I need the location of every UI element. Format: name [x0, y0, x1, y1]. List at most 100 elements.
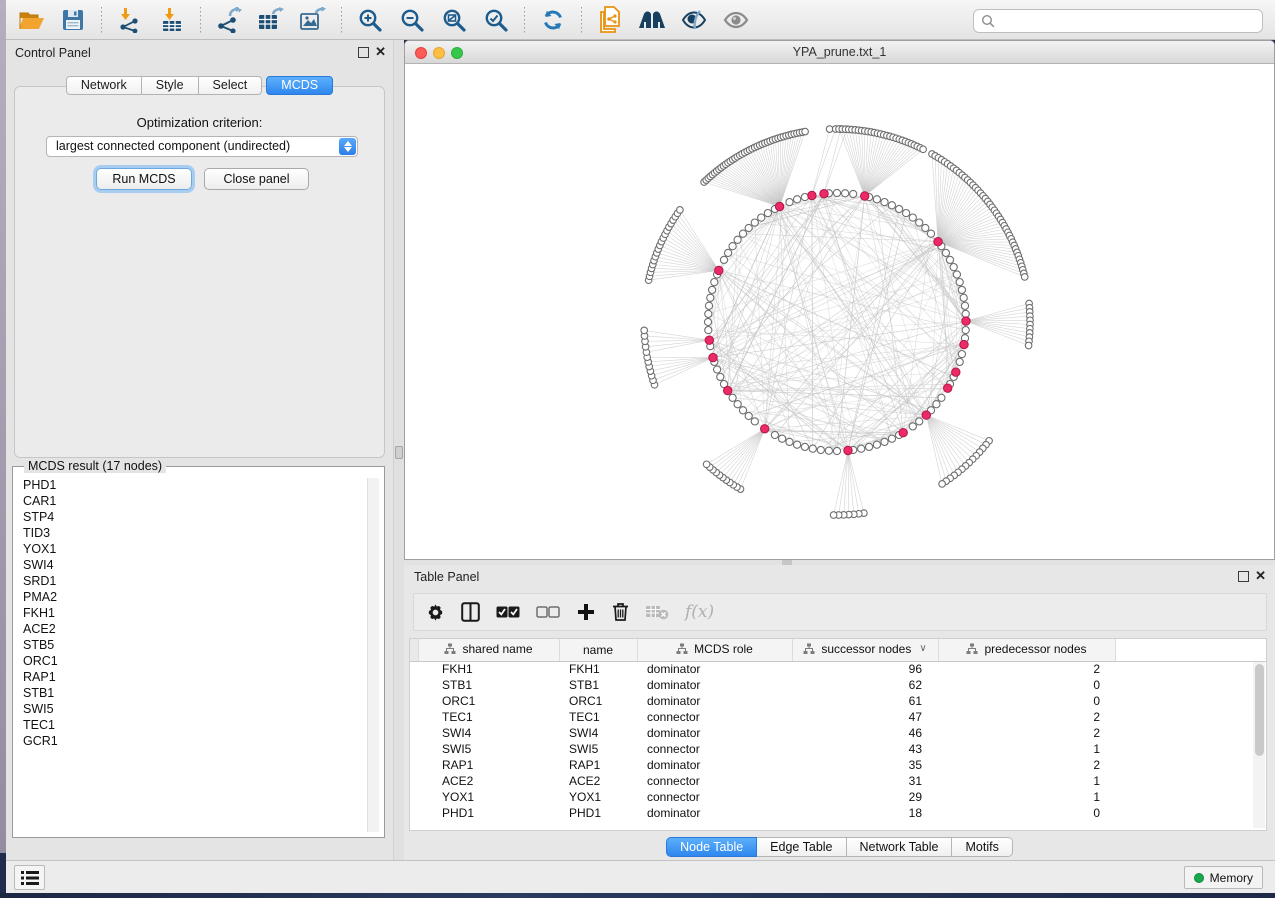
add-row-icon[interactable] — [576, 599, 596, 625]
optimization-criterion-select[interactable]: largest connected component (undirected) — [46, 136, 358, 157]
float-panel-icon[interactable] — [358, 47, 369, 58]
mcds-result-item[interactable]: SWI5 — [23, 701, 362, 717]
toolbar-separator — [101, 7, 102, 33]
deselect-all-icon[interactable] — [536, 599, 560, 625]
search-input[interactable] — [996, 11, 1262, 31]
network-canvas[interactable] — [405, 64, 1274, 559]
tab-select[interactable]: Select — [199, 76, 263, 95]
split-columns-icon[interactable] — [461, 599, 480, 625]
status-bar: Memory — [6, 860, 1275, 893]
column-header-successor-nodes[interactable]: successor nodes∨ — [792, 639, 938, 661]
hide-selected-icon[interactable] — [679, 6, 709, 34]
mcds-result-item[interactable]: TID3 — [23, 525, 362, 541]
close-panel-button[interactable]: Close panel — [204, 168, 309, 190]
run-mcds-button[interactable]: Run MCDS — [96, 168, 192, 190]
mcds-result-box: MCDS result (17 nodes) PHD1CAR1STP4TID3Y… — [12, 466, 385, 838]
column-header-name[interactable]: name — [559, 639, 637, 661]
zoom-fit-icon[interactable] — [439, 6, 469, 34]
mcds-result-item[interactable]: ORC1 — [23, 653, 362, 669]
search-neighbors-icon[interactable] — [637, 6, 667, 34]
table-row[interactable]: ACE2ACE2connector311 — [410, 773, 1266, 789]
table-toolbar: f(x) — [413, 593, 1267, 631]
table-row[interactable]: YOX1YOX1connector291 — [410, 789, 1266, 805]
column-header-shared-name[interactable]: shared name — [418, 639, 559, 661]
delete-row-icon[interactable] — [612, 599, 629, 625]
mcds-result-item[interactable]: STB1 — [23, 685, 362, 701]
mcds-result-item[interactable]: PHD1 — [23, 477, 362, 493]
mcds-result-item[interactable]: PMA2 — [23, 589, 362, 605]
tab-style[interactable]: Style — [142, 76, 199, 95]
settings-gear-icon[interactable] — [426, 599, 445, 625]
mcds-result-item[interactable]: GCR1 — [23, 733, 362, 749]
import-table-icon[interactable] — [157, 6, 187, 34]
column-filler — [1115, 639, 1266, 661]
mcds-result-item[interactable]: RAP1 — [23, 669, 362, 685]
column-header-predecessor-nodes[interactable]: predecessor nodes — [938, 639, 1115, 661]
mcds-result-item[interactable]: SWI4 — [23, 557, 362, 573]
mcds-result-item[interactable]: STB5 — [23, 637, 362, 653]
export-network-icon[interactable] — [214, 6, 244, 34]
column-header-MCDS-role[interactable]: MCDS role — [637, 639, 792, 661]
tab-motifs[interactable]: Motifs — [952, 837, 1012, 857]
search-field[interactable] — [973, 9, 1263, 33]
mcds-result-item[interactable]: ACE2 — [23, 621, 362, 637]
mcds-result-item[interactable]: SRD1 — [23, 573, 362, 589]
select-stepper-icon — [339, 138, 356, 155]
new-network-from-selection-icon[interactable] — [595, 6, 625, 34]
zoom-selected-icon[interactable] — [481, 6, 511, 34]
node-table-grid[interactable]: shared namenameMCDS rolesuccessor nodes∨… — [410, 639, 1266, 821]
control-panel-title: Control Panel — [15, 46, 91, 60]
list-icon — [21, 871, 39, 885]
table-row[interactable]: RAP1RAP1dominator352 — [410, 757, 1266, 773]
zoom-in-icon[interactable] — [355, 6, 385, 34]
mcds-result-title: MCDS result (17 nodes) — [24, 459, 166, 473]
close-panel-icon[interactable]: ✕ — [375, 45, 386, 59]
control-panel-tabs: NetworkStyleSelectMCDS — [6, 76, 393, 95]
table-row[interactable]: STB1STB1dominator620 — [410, 677, 1266, 693]
save-icon[interactable] — [58, 6, 88, 34]
mcds-result-item[interactable]: CAR1 — [23, 493, 362, 509]
toolbar-separator — [200, 7, 201, 33]
table-scrollbar[interactable] — [1253, 662, 1265, 828]
table-row[interactable]: TEC1TEC1connector472 — [410, 709, 1266, 725]
mcds-result-item[interactable]: FKH1 — [23, 605, 362, 621]
memory-button[interactable]: Memory — [1184, 866, 1263, 889]
table-row[interactable]: FKH1FKH1dominator962 — [410, 661, 1266, 677]
network-graph[interactable] — [405, 64, 1274, 559]
memory-status-icon — [1194, 873, 1204, 883]
tab-mcds[interactable]: MCDS — [266, 76, 333, 95]
mcds-result-item[interactable]: TEC1 — [23, 717, 362, 733]
close-panel-icon[interactable]: ✕ — [1255, 569, 1266, 583]
select-all-icon[interactable] — [496, 599, 520, 625]
mcds-result-scrollbar[interactable] — [367, 478, 379, 832]
splitter-handle[interactable] — [395, 446, 403, 459]
vertical-splitter[interactable] — [393, 40, 404, 860]
tab-network-table[interactable]: Network Table — [847, 837, 953, 857]
tab-edge-table[interactable]: Edge Table — [757, 837, 846, 857]
tab-node-table[interactable]: Node Table — [666, 837, 757, 857]
mcds-result-item[interactable]: STP4 — [23, 509, 362, 525]
table-row[interactable]: PHD1PHD1dominator180 — [410, 805, 1266, 821]
refresh-icon[interactable] — [538, 6, 568, 34]
zoom-out-icon[interactable] — [397, 6, 427, 34]
function-builder-icon-disabled: f(x) — [685, 599, 714, 625]
task-history-button[interactable] — [14, 865, 45, 890]
table-row[interactable]: ORC1ORC1dominator610 — [410, 693, 1266, 709]
table-scrollbar-thumb[interactable] — [1255, 664, 1264, 756]
mcds-result-item[interactable]: YOX1 — [23, 541, 362, 557]
table-row[interactable]: SWI5SWI5connector431 — [410, 741, 1266, 757]
import-network-icon[interactable] — [115, 6, 145, 34]
float-panel-icon[interactable] — [1238, 571, 1249, 582]
show-details-eye-icon[interactable] — [721, 6, 751, 34]
open-icon[interactable] — [16, 6, 46, 34]
table-header-row[interactable]: shared namenameMCDS rolesuccessor nodes∨… — [410, 639, 1266, 661]
export-image-icon[interactable] — [298, 6, 328, 34]
mcds-result-list[interactable]: PHD1CAR1STP4TID3YOX1SWI4SRD1PMA2FKH1ACE2… — [23, 477, 362, 831]
search-icon — [981, 14, 996, 29]
tab-network[interactable]: Network — [66, 76, 142, 95]
network-window-titlebar[interactable]: YPA_prune.txt_1 — [405, 41, 1274, 64]
export-table-icon[interactable] — [256, 6, 286, 34]
table-row[interactable]: SWI4SWI4dominator462 — [410, 725, 1266, 741]
table-panel-title: Table Panel — [414, 570, 479, 584]
optimization-criterion-value: largest connected component (undirected) — [56, 139, 290, 153]
